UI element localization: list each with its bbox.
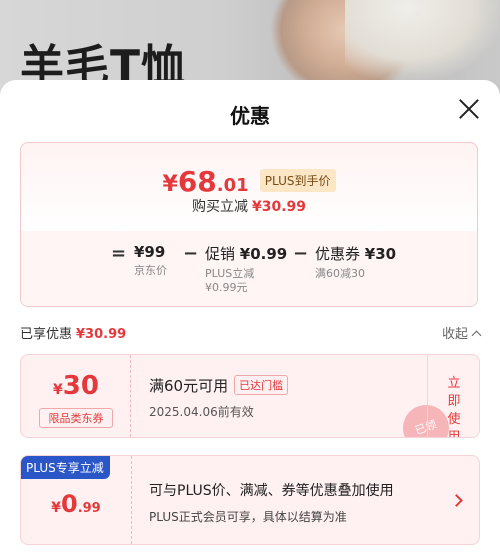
price-symbol: ¥ (162, 172, 178, 197)
use-now-label-1: 立即 (447, 376, 461, 409)
saving-amount: ¥30.99 (251, 199, 307, 215)
collapse-label: 收起 (441, 327, 468, 342)
jd-price-col: ¥99 京东价 (134, 243, 167, 278)
plus-integer: 0 (61, 490, 78, 518)
plus-desc-2: PLUS正式会员可享，具体以结算为准 (149, 510, 347, 524)
coupon-expiry: 2025.04.06前有效 (149, 405, 254, 419)
use-now-button[interactable]: 立即 使用 (427, 355, 479, 437)
discount-sheet: 优惠 ¥68.01 PLUS到手价 购买立减 ¥30.99 = ¥99 京东价 −… (0, 80, 500, 560)
close-icon[interactable] (456, 96, 482, 122)
promo-col: 促销 ¥0.99 PLUS立减 ¥0.99元 (205, 243, 287, 295)
promo-sub-label: PLUS立减 (205, 267, 255, 280)
jd-price-label: 京东价 (134, 264, 167, 277)
saving-label: 购买立减 (191, 199, 248, 215)
equals-sign: = (111, 243, 127, 264)
enjoyed-label: 已享优惠 (20, 327, 73, 342)
collapse-button[interactable]: 收起 (441, 323, 482, 342)
sheet-title: 优惠 (230, 104, 270, 128)
coupon-sub: 满60减30 (315, 267, 365, 280)
minus-sign: − (183, 243, 199, 264)
promo-sub-value: ¥0.99元 (205, 281, 248, 294)
minus-sign: − (293, 243, 309, 264)
plus-divider (131, 456, 132, 544)
plus-amount: ¥0.99 (21, 490, 131, 518)
promo-label: 促销 (205, 245, 236, 263)
enjoyed-discount: 已享优惠 ¥30.99 (20, 323, 126, 342)
jd-price: ¥99 (134, 243, 166, 261)
hat-photo (345, 0, 500, 80)
coupon-condition-text: 满60元可用 (149, 377, 229, 395)
coupon-condition: 满60元可用 已达门槛 (149, 375, 289, 396)
chevron-up-icon (471, 330, 482, 341)
threshold-met-tag: 已达门槛 (234, 375, 289, 395)
price-integer: 68 (177, 165, 217, 198)
saving-line: 购买立减 ¥30.99 (21, 196, 477, 216)
coupon-card: ¥30 限品类东券 满60元可用 已达门槛 2025.04.06前有效 已领 立即… (20, 354, 480, 438)
plus-desc-1: 可与PLUS价、满减、券等优惠叠加使用 (149, 483, 394, 499)
plus-badge: PLUS专享立减 (21, 456, 110, 479)
coupon-label: 优惠券 (315, 245, 361, 263)
plus-discount-card[interactable]: PLUS专享立减 ¥0.99 可与PLUS价、满减、券等优惠叠加使用 PLUS正… (20, 455, 480, 545)
coupon-scope-tag: 限品类东券 (39, 408, 113, 428)
use-now-label-2: 使用 (447, 412, 461, 438)
plus-decimal: .99 (77, 501, 101, 516)
chevron-right-icon[interactable] (450, 494, 463, 507)
coupon-value: ¥30 (364, 245, 397, 263)
plus-price-tag: PLUS到手价 (259, 169, 336, 192)
promo-value: ¥0.99 (239, 245, 288, 263)
coupon-value: 30 (62, 371, 99, 401)
price-summary-card: ¥68.01 PLUS到手价 购买立减 ¥30.99 = ¥99 京东价 − 促销… (20, 142, 478, 307)
coupon-amount-area: ¥30 限品类东券 (21, 355, 131, 437)
enjoyed-amount: ¥30.99 (76, 327, 127, 342)
coupon-amount: ¥30 (21, 371, 131, 401)
coupon-symbol: ¥ (53, 382, 63, 398)
final-price: ¥68.01 PLUS到手价 (21, 165, 477, 198)
price-breakdown: = ¥99 京东价 − 促销 ¥0.99 PLUS立减 ¥0.99元 − 优惠券 … (21, 243, 477, 303)
price-decimal: .01 (216, 175, 249, 196)
coupon-col: 优惠券 ¥30 满60减30 (315, 243, 396, 281)
plus-symbol: ¥ (51, 500, 61, 516)
